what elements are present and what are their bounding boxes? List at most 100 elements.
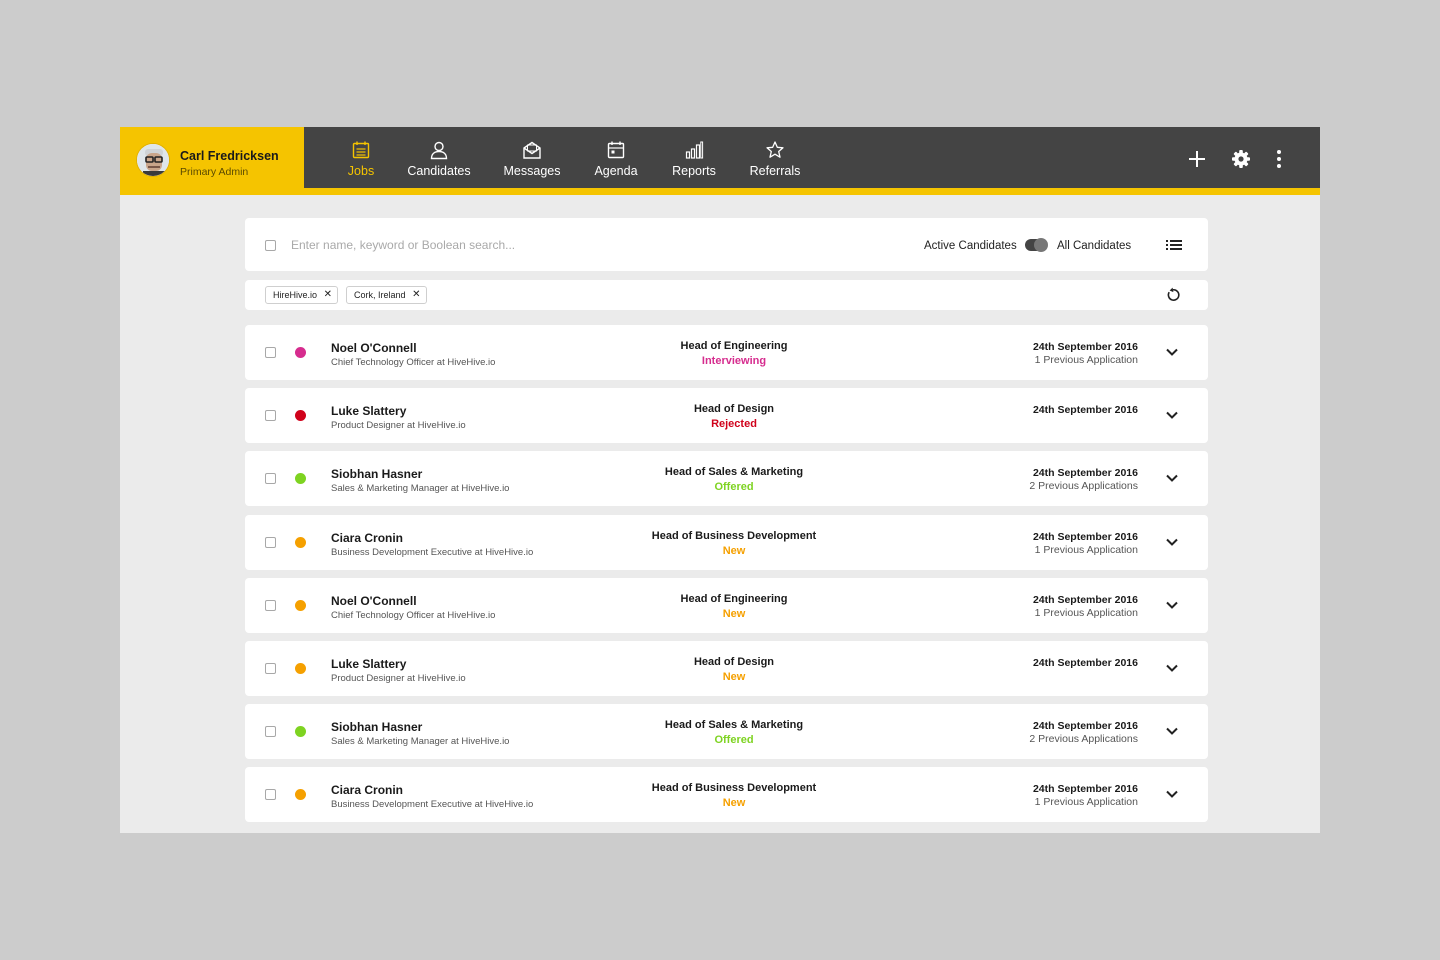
candidate-row[interactable]: Ciara Cronin Business Development Execut… — [245, 767, 1208, 822]
previous-applications: 2 Previous Applications — [1029, 480, 1138, 492]
nav-reports[interactable]: Reports — [659, 127, 729, 188]
job-title: Head of Engineering — [680, 593, 788, 605]
close-icon[interactable]: ✕ — [324, 287, 332, 303]
more-vertical-icon[interactable] — [1268, 148, 1290, 170]
filter-chip: Cork, Ireland ✕ — [346, 286, 427, 304]
candidate-row[interactable]: Siobhan Hasner Sales & Marketing Manager… — [245, 451, 1208, 506]
job-status: Offered — [714, 481, 754, 493]
row-checkbox[interactable] — [265, 600, 276, 611]
filter-chip-label: HireHive.io — [273, 290, 318, 300]
job-title: Head of Design — [693, 656, 775, 668]
nav-label: Candidates — [407, 164, 471, 178]
row-checkbox[interactable] — [265, 347, 276, 358]
search-input[interactable] — [291, 235, 711, 255]
application-date: 24th September 2016 — [1032, 404, 1138, 416]
candidate-row[interactable]: Luke Slattery Product Designer at HiveHi… — [245, 388, 1208, 443]
application-date: 24th September 2016 — [1032, 783, 1138, 795]
previous-applications: 1 Previous Application — [1034, 607, 1138, 619]
row-checkbox[interactable] — [265, 663, 276, 674]
top-header: Carl Fredricksen Primary Admin Jobs Cand… — [120, 127, 1320, 195]
nav-label: Agenda — [594, 164, 638, 178]
chevron-down-icon[interactable] — [1164, 599, 1180, 611]
job-status: New — [722, 545, 746, 557]
application-date: 24th September 2016 — [1032, 531, 1138, 543]
filter-chip: HireHive.io ✕ — [265, 286, 339, 304]
job-status: New — [722, 797, 746, 809]
nav-label: Messages — [503, 164, 561, 178]
list-view-icon[interactable] — [1166, 238, 1182, 252]
nav-messages[interactable]: Messages — [497, 127, 567, 188]
row-checkbox[interactable] — [265, 726, 276, 737]
chevron-down-icon[interactable] — [1164, 536, 1180, 548]
row-checkbox[interactable] — [265, 410, 276, 421]
gear-icon[interactable] — [1230, 148, 1252, 170]
row-checkbox[interactable] — [265, 473, 276, 484]
candidate-row[interactable]: Siobhan Hasner Sales & Marketing Manager… — [245, 704, 1208, 759]
nav-label: Referrals — [749, 164, 801, 178]
candidate-title: Product Designer at HiveHive.io — [331, 673, 466, 684]
row-checkbox[interactable] — [265, 537, 276, 548]
chevron-down-icon[interactable] — [1164, 725, 1180, 737]
user-profile[interactable]: Carl Fredricksen Primary Admin — [120, 127, 304, 195]
status-dot — [295, 347, 306, 358]
reset-icon[interactable] — [1165, 287, 1181, 303]
previous-applications: 2 Previous Applications — [1029, 733, 1138, 745]
candidate-name[interactable]: Siobhan Hasner — [331, 720, 422, 734]
job-title: Head of Sales & Marketing — [664, 719, 804, 731]
job-status: Offered — [714, 734, 754, 746]
nav-agenda[interactable]: Agenda — [581, 127, 651, 188]
status-dot — [295, 663, 306, 674]
nav-jobs[interactable]: Jobs — [326, 127, 396, 188]
select-all-checkbox[interactable] — [265, 240, 276, 251]
candidate-row[interactable]: Ciara Cronin Business Development Execut… — [245, 515, 1208, 570]
job-status: Interviewing — [701, 355, 767, 367]
job-status: New — [722, 608, 746, 620]
calendar-icon — [607, 141, 625, 159]
candidate-name[interactable]: Noel O'Connell — [331, 594, 417, 608]
chevron-down-icon[interactable] — [1164, 346, 1180, 358]
header-accent-stripe — [120, 188, 1320, 195]
candidate-name[interactable]: Ciara Cronin — [331, 783, 403, 797]
nav-label: Reports — [672, 164, 716, 178]
calendar-list-icon — [352, 141, 370, 159]
job-title: Head of Sales & Marketing — [664, 466, 804, 478]
chevron-down-icon[interactable] — [1164, 788, 1180, 800]
all-candidates-label: All Candidates — [1057, 240, 1132, 252]
previous-applications: 1 Previous Application — [1034, 796, 1138, 808]
status-dot — [295, 600, 306, 611]
filter-chip-label: Cork, Ireland — [354, 290, 406, 300]
status-dot — [295, 473, 306, 484]
envelope-icon — [523, 141, 541, 159]
application-date: 24th September 2016 — [1032, 467, 1138, 479]
application-date: 24th September 2016 — [1032, 720, 1138, 732]
toggle-knob — [1034, 238, 1048, 252]
plus-icon[interactable] — [1186, 148, 1208, 170]
candidate-name[interactable]: Luke Slattery — [331, 404, 406, 418]
candidate-title: Business Development Executive at HiveHi… — [331, 547, 534, 558]
bar-chart-icon — [685, 141, 704, 159]
job-title: Head of Business Development — [651, 530, 817, 542]
person-icon — [430, 141, 448, 160]
close-icon[interactable]: ✕ — [412, 287, 420, 303]
nav-referrals[interactable]: Referrals — [740, 127, 810, 188]
candidate-name[interactable]: Ciara Cronin — [331, 531, 403, 545]
candidate-name[interactable]: Noel O'Connell — [331, 341, 417, 355]
search-bar: Active Candidates All Candidates — [245, 218, 1208, 271]
candidate-row[interactable]: Noel O'Connell Chief Technology Officer … — [245, 325, 1208, 380]
job-title: Head of Design — [693, 403, 775, 415]
chevron-down-icon[interactable] — [1164, 472, 1180, 484]
nav-candidates[interactable]: Candidates — [404, 127, 474, 188]
application-date: 24th September 2016 — [1032, 341, 1138, 353]
chevron-down-icon[interactable] — [1164, 409, 1180, 421]
candidate-row[interactable]: Luke Slattery Product Designer at HiveHi… — [245, 641, 1208, 696]
candidate-name[interactable]: Luke Slattery — [331, 657, 406, 671]
user-name: Carl Fredricksen — [180, 149, 279, 163]
candidate-title: Sales & Marketing Manager at HiveHive.io — [331, 736, 510, 747]
candidate-row[interactable]: Noel O'Connell Chief Technology Officer … — [245, 578, 1208, 633]
candidates-toggle[interactable] — [1025, 238, 1048, 252]
chevron-down-icon[interactable] — [1164, 662, 1180, 674]
row-checkbox[interactable] — [265, 789, 276, 800]
candidate-name[interactable]: Siobhan Hasner — [331, 467, 422, 481]
status-dot — [295, 789, 306, 800]
candidate-title: Sales & Marketing Manager at HiveHive.io — [331, 483, 510, 494]
